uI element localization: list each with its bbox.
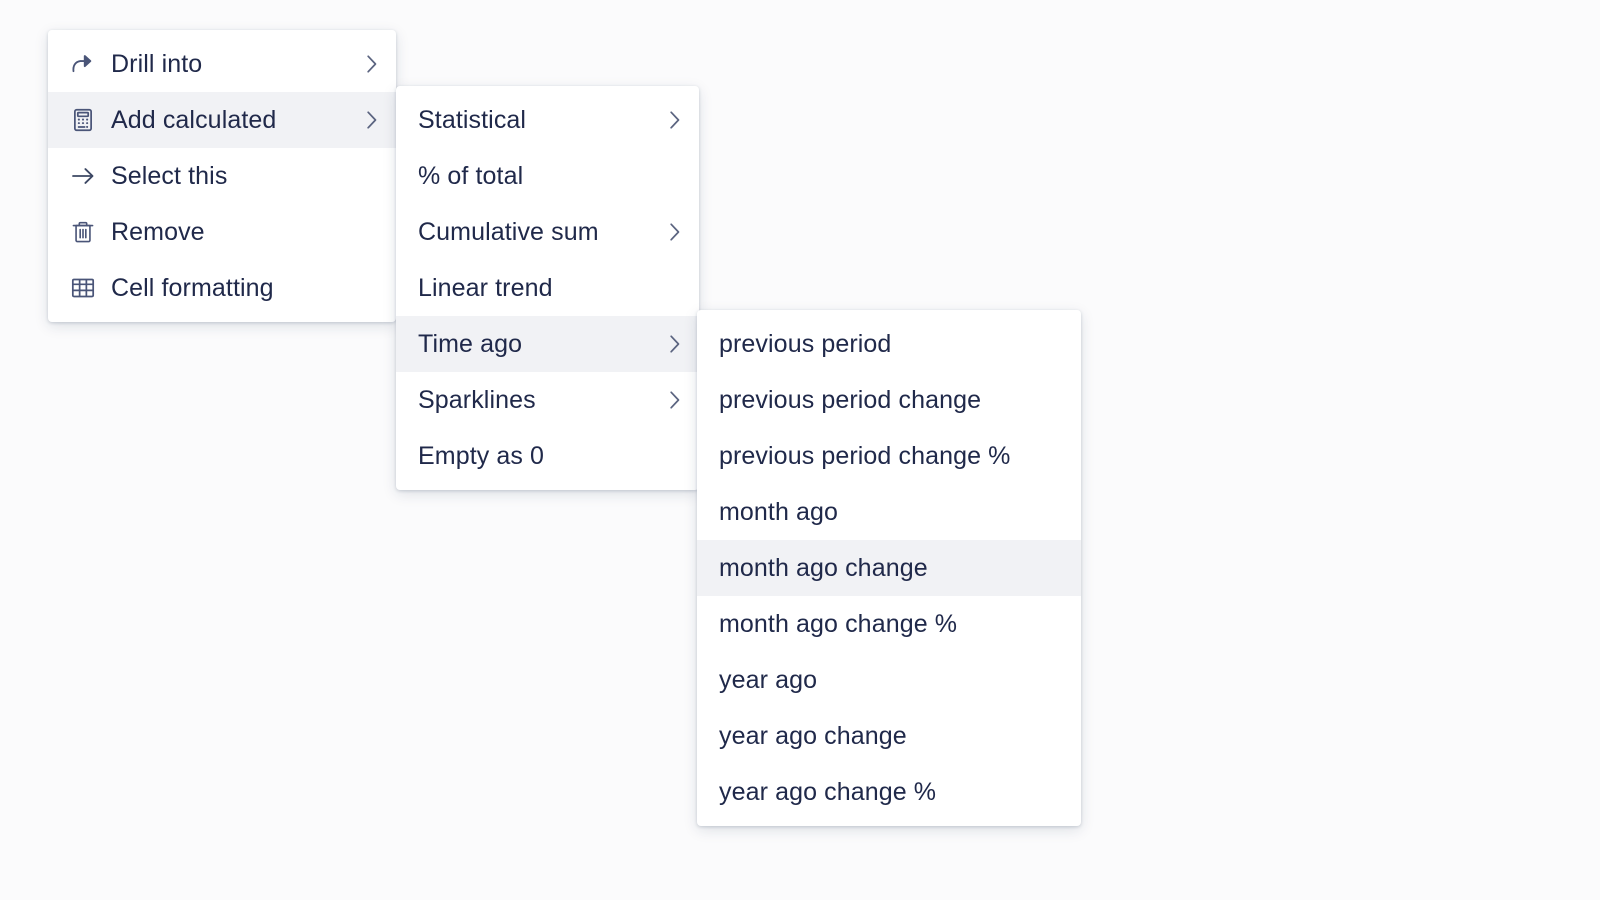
chevron-right-icon[interactable]	[362, 51, 380, 77]
menu-item-label: Cumulative sum	[418, 219, 599, 245]
menu-item-sparklines[interactable]: Sparklines	[396, 372, 699, 428]
menu-item-label: previous period	[719, 331, 892, 357]
menu-item-remove[interactable]: Remove	[48, 204, 396, 260]
menu-item-year-ago-change[interactable]: year ago change %	[697, 764, 1081, 820]
menu-item-label: previous period change	[719, 387, 982, 413]
menu-item-month-ago[interactable]: month ago	[697, 484, 1081, 540]
menu-item-year-ago[interactable]: year ago	[697, 652, 1081, 708]
menu-item-label: month ago change %	[719, 611, 958, 637]
menu-item-label: % of total	[418, 163, 524, 189]
chevron-right-icon[interactable]	[665, 387, 683, 413]
menu-item-month-ago-change[interactable]: month ago change %	[697, 596, 1081, 652]
arrow-right-icon	[70, 163, 96, 189]
menu-item-label: Cell formatting	[111, 275, 274, 301]
menu-item-add-calculated[interactable]: Add calculated	[48, 92, 396, 148]
menu-item-previous-period[interactable]: previous period	[697, 316, 1081, 372]
menu-item-label: Drill into	[111, 51, 203, 77]
menu-item-time-ago[interactable]: Time ago	[396, 316, 699, 372]
menu-item-cumulative-sum[interactable]: Cumulative sum	[396, 204, 699, 260]
add-calculated-submenu: Statistical % of total Cumulative sum Linea…	[396, 86, 699, 490]
menu-item-cell-formatting[interactable]: Cell formatting	[48, 260, 396, 316]
menu-item-label: month ago	[719, 499, 839, 525]
menu-item-select-this[interactable]: Select this	[48, 148, 396, 204]
menu-item-label: Sparklines	[418, 387, 536, 413]
menu-item-previous-period-change[interactable]: previous period change %	[697, 428, 1081, 484]
menu-item-year-ago-change[interactable]: year ago change	[697, 708, 1081, 764]
menu-item-label: Empty as 0	[418, 443, 545, 469]
drill-into-icon	[70, 51, 96, 77]
menu-item-label: Select this	[111, 163, 228, 189]
chevron-right-icon[interactable]	[665, 219, 683, 245]
menu-item-empty-as-0[interactable]: Empty as 0	[396, 428, 699, 484]
time-ago-submenu: previous period previous period change pre…	[697, 310, 1081, 826]
menu-item-label: year ago	[719, 667, 818, 693]
menu-item-label: Statistical	[418, 107, 527, 133]
menu-item-label: Linear trend	[418, 275, 553, 301]
menu-item-label: Time ago	[418, 331, 523, 357]
menu-item-drill-into[interactable]: Drill into	[48, 36, 396, 92]
menu-item-label: Add calculated	[111, 107, 277, 133]
menu-item-label: previous period change %	[719, 443, 1011, 469]
calculator-icon	[70, 107, 96, 133]
cell-context-menu: Drill into Add calculated Select this Remov…	[48, 30, 396, 322]
menu-item-label: month ago change	[719, 555, 928, 581]
menu-item-of-total[interactable]: % of total	[396, 148, 699, 204]
table-grid-icon	[70, 275, 96, 301]
chevron-right-icon[interactable]	[665, 331, 683, 357]
menu-item-linear-trend[interactable]: Linear trend	[396, 260, 699, 316]
menu-item-statistical[interactable]: Statistical	[396, 92, 699, 148]
chevron-right-icon[interactable]	[362, 107, 380, 133]
chevron-right-icon[interactable]	[665, 107, 683, 133]
menu-item-label: year ago change %	[719, 779, 937, 805]
menu-item-label: Remove	[111, 219, 205, 245]
menu-item-previous-period-change[interactable]: previous period change	[697, 372, 1081, 428]
trash-icon	[70, 219, 96, 245]
menu-item-label: year ago change	[719, 723, 907, 749]
menu-item-month-ago-change[interactable]: month ago change	[697, 540, 1081, 596]
